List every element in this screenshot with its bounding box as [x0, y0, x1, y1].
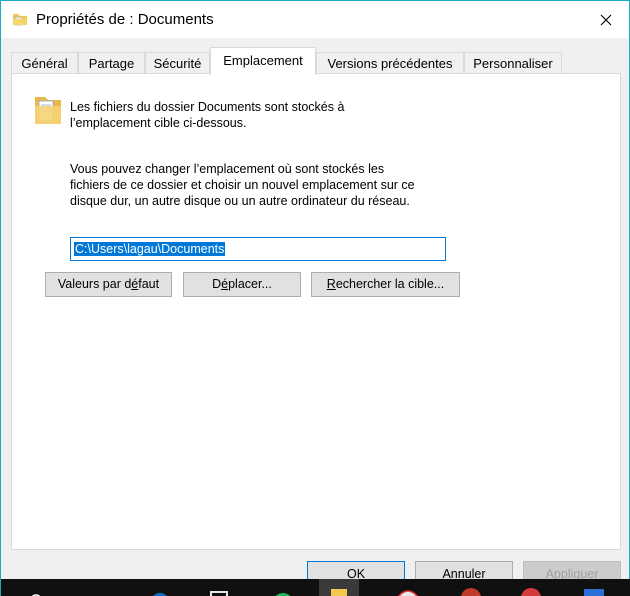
file-explorer-icon[interactable]: [319, 579, 359, 596]
tab-personnaliser[interactable]: Personnaliser: [464, 52, 562, 74]
window-title: Propriétés de : Documents: [36, 11, 214, 28]
restore-default-button[interactable]: Valeurs par défaut: [45, 272, 172, 297]
task-view-icon[interactable]: [87, 591, 107, 596]
description-line: disque dur, un autre disque ou un autre …: [70, 194, 410, 208]
tab-strip: Général Partage Sécurité Emplacement Ver…: [11, 47, 621, 75]
target-path-input[interactable]: C:\Users\lagau\Documents: [70, 237, 446, 261]
tab-versions-precedentes[interactable]: Versions précédentes: [316, 52, 464, 74]
info-line: Les fichiers du dossier Documents sont s…: [70, 100, 345, 114]
documents-folder-icon: [33, 92, 63, 129]
paint-icon[interactable]: [395, 585, 421, 596]
tab-emplacement[interactable]: Emplacement: [210, 47, 316, 75]
title-bar[interactable]: Propriétés de : Documents: [1, 1, 629, 38]
close-icon: [600, 14, 612, 25]
spotify-icon[interactable]: [271, 589, 295, 596]
folder-icon: [12, 11, 28, 30]
properties-window: Propriétés de : Documents Général Partag…: [0, 0, 630, 596]
emplacement-panel: Les fichiers du dossier Documents sont s…: [11, 73, 621, 550]
location-description: Vous pouvez changer l’emplacement où son…: [70, 161, 570, 209]
tab-partage[interactable]: Partage: [78, 52, 145, 74]
tab-general[interactable]: Général: [11, 52, 78, 74]
find-target-button[interactable]: Rechercher la cible...: [311, 272, 460, 297]
taskbar: [1, 579, 630, 596]
close-button[interactable]: [583, 1, 629, 38]
location-info-text: Les fichiers du dossier Documents sont s…: [70, 99, 570, 131]
move-button[interactable]: Déplacer...: [183, 272, 301, 297]
tab-securite[interactable]: Sécurité: [145, 52, 210, 74]
app-icon-red[interactable]: [459, 585, 483, 596]
info-line: l’emplacement cible ci-dessous.: [70, 116, 247, 130]
search-icon[interactable]: [29, 589, 43, 596]
store-icon[interactable]: [207, 587, 231, 596]
app-icon-red-2[interactable]: [519, 585, 543, 596]
description-line: Vous pouvez changer l’emplacement où son…: [70, 162, 385, 176]
edge-icon[interactable]: [149, 589, 171, 596]
selected-path-text: C:\Users\lagau\Documents: [74, 242, 226, 256]
description-line: fichiers de ce dossier et choisir un nou…: [70, 178, 415, 192]
app-icon-blue[interactable]: [581, 585, 607, 596]
